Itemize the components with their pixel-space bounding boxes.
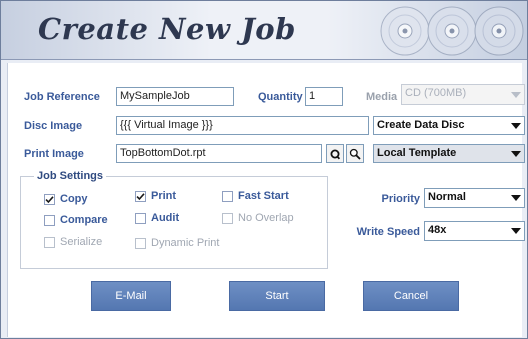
start-button[interactable]: Start: [229, 281, 325, 311]
chevron-down-icon: [507, 222, 524, 240]
media-label: Media: [366, 91, 398, 103]
disc-icon: [380, 6, 430, 56]
write-speed-value: 48x: [428, 224, 447, 236]
checkbox-box: [44, 193, 55, 205]
print-image-input[interactable]: TopBottomDot.rpt: [116, 144, 322, 163]
checkmark-icon: [45, 195, 54, 203]
disc-image-input[interactable]: {{{ Virtual Image }}}: [116, 116, 369, 135]
chevron-down-icon: [507, 145, 524, 162]
cancel-button[interactable]: Cancel: [363, 281, 459, 311]
dynamic-print-checkbox: Dynamic Print: [135, 237, 219, 249]
priority-label: Priority: [381, 193, 420, 205]
write-speed-label: Write Speed: [356, 226, 420, 238]
header-banner: Create New Job: [1, 1, 527, 60]
disc-image-label: Disc Image: [24, 120, 83, 132]
chevron-down-icon: [507, 117, 524, 134]
media-select[interactable]: CD (700MB): [401, 84, 525, 105]
checkbox-box: [135, 212, 146, 224]
disc-mode-select[interactable]: Create Data Disc: [373, 116, 525, 135]
print-image-label: Print Image: [24, 148, 84, 160]
print-label: Print: [151, 190, 177, 202]
compare-checkbox[interactable]: Compare: [44, 214, 108, 226]
no-overlap-label: No Overlap: [238, 212, 294, 224]
media-select-value: CD (700MB): [405, 87, 467, 99]
disc-mode-value: Create Data Disc: [377, 119, 465, 131]
fast-start-label: Fast Start: [238, 190, 289, 202]
email-button[interactable]: E-Mail: [91, 281, 171, 311]
fast-start-checkbox[interactable]: Fast Start: [222, 190, 289, 202]
disc-icon: [427, 6, 477, 56]
chevron-down-icon: [507, 85, 524, 104]
refresh-icon: [330, 149, 341, 159]
copy-checkbox[interactable]: Copy: [44, 193, 88, 205]
priority-value: Normal: [428, 191, 466, 203]
compare-label: Compare: [60, 214, 108, 226]
dynamic-print-label: Dynamic Print: [151, 237, 220, 249]
job-settings-title: Job Settings: [34, 170, 107, 182]
print-template-select[interactable]: Local Template: [373, 144, 525, 163]
checkbox-box: [135, 190, 146, 202]
audit-label: Audit: [151, 212, 180, 224]
quantity-label: Quantity: [258, 91, 303, 103]
write-speed-select[interactable]: 48x: [424, 221, 525, 241]
chevron-down-icon: [507, 189, 524, 207]
print-checkbox[interactable]: Print: [135, 190, 176, 202]
job-reference-input[interactable]: MySampleJob: [116, 87, 234, 106]
browse-template-button[interactable]: [346, 144, 364, 163]
serialize-checkbox: Serialize: [44, 236, 102, 248]
search-icon: [349, 148, 361, 160]
checkbox-box: [135, 237, 146, 249]
checkbox-box: [44, 236, 55, 248]
priority-select[interactable]: Normal: [424, 188, 525, 208]
checkbox-box: [222, 190, 233, 202]
page-title: Create New Job: [38, 12, 296, 46]
no-overlap-checkbox: No Overlap: [222, 212, 294, 224]
serialize-label: Serialize: [60, 236, 103, 248]
checkbox-box: [222, 212, 233, 224]
disc-icon: [474, 6, 524, 56]
print-template-value: Local Template: [377, 147, 457, 159]
copy-label: Copy: [60, 193, 88, 205]
checkbox-box: [44, 214, 55, 226]
refresh-template-button[interactable]: [326, 144, 344, 163]
job-reference-label: Job Reference: [24, 91, 100, 103]
quantity-input[interactable]: 1: [305, 87, 343, 106]
audit-checkbox[interactable]: Audit: [135, 212, 179, 224]
checkmark-icon: [136, 192, 145, 200]
